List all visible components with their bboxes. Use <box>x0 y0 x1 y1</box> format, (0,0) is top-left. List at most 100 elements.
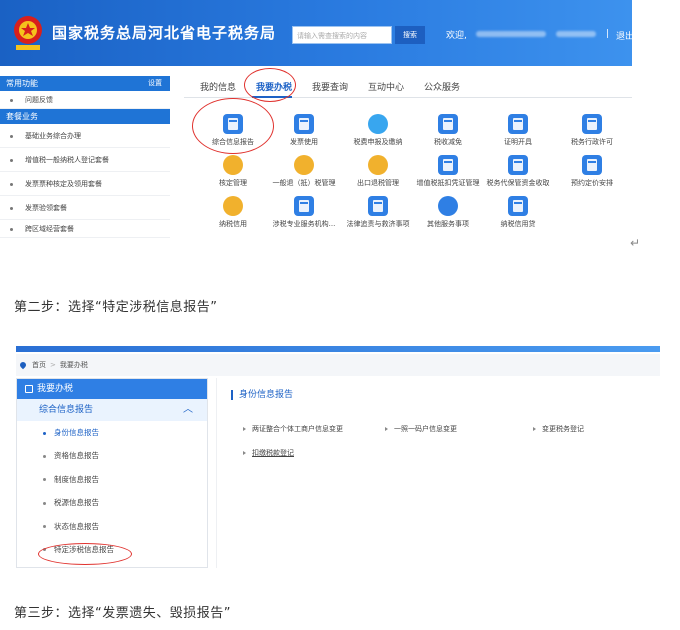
service-assessment[interactable]: 核定管理 <box>193 155 273 188</box>
document-icon <box>223 114 243 134</box>
sidebar-item-label: 问题反馈 <box>25 96 53 104</box>
sidebar-group-comprehensive-report[interactable]: 综合信息报告 ︿ <box>17 399 207 421</box>
tab-my-info[interactable]: 我的信息 <box>200 80 236 93</box>
service-pricing-arrangement[interactable]: 预约定价安排 <box>552 155 632 188</box>
service-invoice-use[interactable]: 发票使用 <box>264 114 344 147</box>
loan-icon <box>508 196 528 216</box>
sidebar-item-identity-report[interactable]: 身份信息报告 <box>17 421 207 444</box>
sidebar-item-label: 税源信息报告 <box>54 498 99 508</box>
service-certificate[interactable]: 证明开具 <box>478 114 558 147</box>
sidebar-group-label: 综合信息报告 <box>39 405 94 415</box>
service-professional-agency[interactable]: 涉税专业服务机构... <box>264 196 344 229</box>
service-label: 法律追责与救济事项 <box>346 220 410 228</box>
search-button[interactable]: 搜索 <box>395 26 425 44</box>
sidebar-item-label: 制度信息报告 <box>54 474 99 484</box>
section-title: 身份信息报告 <box>231 390 293 400</box>
credit-medal-icon <box>223 196 243 216</box>
tab-public-service[interactable]: 公众服务 <box>424 80 460 93</box>
settings-link[interactable]: 设置 <box>148 76 162 91</box>
breadcrumb: 首页 > 我要办税 <box>16 354 660 376</box>
link-one-license-change[interactable]: 一照一码户信息变更 <box>385 424 457 434</box>
package-business-header[interactable]: 套餐业务 <box>0 109 170 124</box>
redacted-username <box>476 31 546 37</box>
tab-interaction[interactable]: 互动中心 <box>368 80 404 93</box>
sidebar-item-package[interactable]: 跨区域经营套餐 <box>0 220 170 238</box>
sidebar-item-label: 发票票种核定及领用套餐 <box>25 180 102 188</box>
sidebar-item-qualification-report[interactable]: 资格信息报告 <box>17 444 207 467</box>
service-export-refund[interactable]: 出口退税管理 <box>338 155 418 188</box>
service-label: 税务行政许可 <box>571 138 613 146</box>
breadcrumb-home[interactable]: 首页 <box>32 361 46 369</box>
sidebar-item-label: 身份信息报告 <box>54 428 99 437</box>
link-individual-info-change[interactable]: 两证整合个体工商户信息变更 <box>243 424 343 434</box>
redacted-company <box>556 31 596 37</box>
sidebar-item-status-report[interactable]: 状态信息报告 <box>17 515 207 538</box>
service-other[interactable]: 其他服务事项 <box>408 196 488 229</box>
service-label: 税收减免 <box>434 138 462 146</box>
service-vat-deduction[interactable]: 增值税抵扣凭证管理 <box>408 155 488 188</box>
service-refund[interactable]: 一般退（抵）税管理 <box>264 155 344 188</box>
bullet-icon <box>43 525 46 529</box>
service-admin-permit[interactable]: 税务行政许可 <box>552 114 632 147</box>
link-change-tax-registration[interactable]: 变更税务登记 <box>533 424 584 434</box>
refund-icon <box>294 155 314 175</box>
main-tabs: 我的信息 我要办税 我要查询 互动中心 公众服务 <box>184 72 632 98</box>
sidebar-item-tax-source-report[interactable]: 税源信息报告 <box>17 491 207 514</box>
sidebar-item-package[interactable]: 基础业务综合办理 <box>0 124 170 148</box>
sidebar-item-package[interactable]: 发票验领套餐 <box>0 196 170 220</box>
service-label: 证明开具 <box>504 138 532 146</box>
service-label: 增值税抵扣凭证管理 <box>416 179 480 187</box>
logout-link[interactable]: 退出 <box>616 29 634 42</box>
handle-tax-icon <box>25 384 33 393</box>
bullet-icon <box>43 478 46 482</box>
link-label: 变更税务登记 <box>542 425 584 433</box>
tab-query[interactable]: 我要查询 <box>312 80 348 93</box>
sidebar-item-package[interactable]: 发票票种核定及领用套餐 <box>0 172 170 196</box>
service-tax-reduction[interactable]: 税收减免 <box>408 114 488 147</box>
service-label: 核定管理 <box>219 179 247 187</box>
tab-handle-tax[interactable]: 我要办税 <box>256 80 292 93</box>
return-arrow-icon: ↵ <box>630 236 641 250</box>
sidebar-item-label: 增值税一般纳税人登记套餐 <box>25 156 109 164</box>
service-credit-loan[interactable]: 纳税信用贷 <box>478 196 558 229</box>
fund-icon <box>508 155 528 175</box>
sidebar: 常用功能 设置 问题反馈 套餐业务 基础业务综合办理 增值税一般纳税人登记套餐 … <box>0 76 170 252</box>
sidebar-item-label: 资格信息报告 <box>54 451 99 461</box>
triangle-right-icon <box>385 427 388 431</box>
heart-icon <box>438 196 458 216</box>
sidebar-item-specific-tax-report[interactable]: 特定涉税信息报告 <box>17 538 207 561</box>
search-input[interactable]: 请输入需查搜索的内容 <box>292 26 392 44</box>
tax-badge-icon <box>438 114 458 134</box>
screenshot-handle-tax: 首页 > 我要办税 我要办税 综合信息报告 ︿ 身份信息报告 资格信息报告 制度信息… <box>16 346 660 568</box>
frequent-functions-title: 常用功能 <box>6 79 38 88</box>
service-tax-declaration[interactable]: 税费申报及缴纳 <box>338 114 418 147</box>
service-tax-credit[interactable]: 纳税信用 <box>193 196 273 229</box>
sidebar-item-label: 状态信息报告 <box>54 521 99 531</box>
sidebar-title: 我要办税 <box>37 384 74 394</box>
bullet-icon <box>43 454 46 458</box>
service-label: 税费申报及缴纳 <box>353 138 403 146</box>
active-tab-indicator <box>252 96 292 98</box>
sidebar-item-feedback[interactable]: 问题反馈 <box>0 91 170 109</box>
service-legal-remedy[interactable]: 法律追责与救济事项 <box>338 196 418 229</box>
service-fund-custody[interactable]: 税务代保管资金收取 <box>478 155 558 188</box>
sidebar-item-system-report[interactable]: 制度信息报告 <box>17 468 207 491</box>
service-label: 纳税信用 <box>219 220 247 228</box>
link-label: 两证整合个体工商户信息变更 <box>252 425 343 433</box>
voucher-icon <box>438 155 458 175</box>
sidebar: 我要办税 综合信息报告 ︿ 身份信息报告 资格信息报告 制度信息报告 税源信息报… <box>16 378 208 568</box>
permit-icon <box>582 114 602 134</box>
screenshot-etax-home: 国家税务总局河北省电子税务局 请输入需查搜索的内容 搜索 欢迎, | 退出 常用… <box>0 0 634 252</box>
service-comprehensive-report[interactable]: 综合信息报告 <box>193 114 273 147</box>
breadcrumb-separator-icon: > <box>50 361 56 369</box>
bullet-icon <box>43 501 46 505</box>
link-withholding-registration[interactable]: 扣缴税款登记 <box>243 448 294 458</box>
sidebar-header: 我要办税 <box>17 379 207 399</box>
person-badge-icon <box>223 155 243 175</box>
sidebar-item-package[interactable]: 增值税一般纳税人登记套餐 <box>0 148 170 172</box>
chevron-up-icon: ︿ <box>183 404 193 415</box>
top-header-bar: 国家税务总局河北省电子税务局 请输入需查搜索的内容 搜索 欢迎, | 退出 <box>0 0 634 66</box>
step-3-instruction: 第三步：选择“发票遗失、毁损报告” <box>14 606 231 621</box>
bullet-icon <box>10 98 13 102</box>
triangle-right-icon <box>533 427 536 431</box>
